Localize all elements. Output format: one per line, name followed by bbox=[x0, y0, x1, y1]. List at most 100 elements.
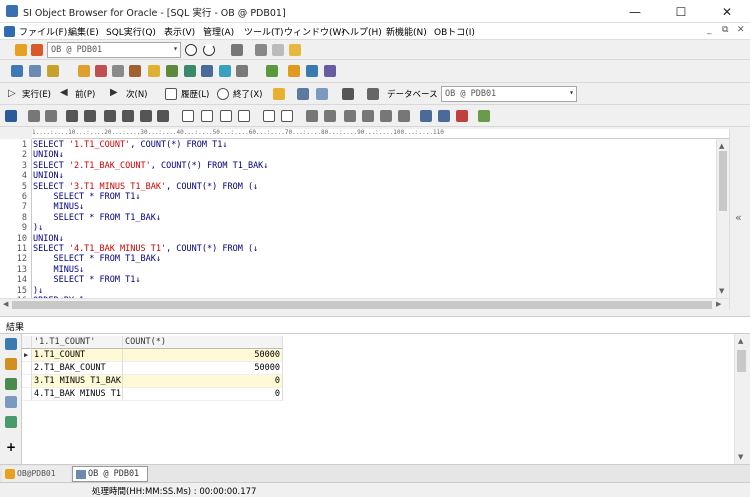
tile-icon[interactable] bbox=[420, 110, 432, 122]
mdi-restore-button[interactable]: ⧉ bbox=[722, 25, 728, 35]
fullwidth-icon[interactable] bbox=[220, 110, 232, 122]
end-button[interactable]: 終了(X) bbox=[214, 83, 266, 105]
code-line[interactable]: SELECT * FROM T1_BAK↓ bbox=[33, 213, 160, 223]
disconnect-icon[interactable] bbox=[31, 44, 43, 56]
format-icon[interactable] bbox=[316, 88, 328, 100]
outdent-icon[interactable] bbox=[281, 110, 293, 122]
maximize-button[interactable]: ☐ bbox=[658, 0, 704, 23]
scroll-right-icon[interactable]: ▶ bbox=[716, 300, 721, 308]
menu-help[interactable]: ヘルプ(H) bbox=[341, 25, 382, 38]
results-vertical-scrollbar[interactable]: ▲ ▼ bbox=[734, 334, 748, 464]
code-line[interactable]: SELECT '4.T1_BAK MINUS T1', COUNT(*) FRO… bbox=[33, 244, 258, 254]
compare-icon[interactable] bbox=[306, 65, 318, 77]
menu-window[interactable]: ウィンドウ(W) bbox=[284, 25, 345, 38]
import-icon[interactable] bbox=[288, 65, 300, 77]
grid-view-icon[interactable] bbox=[438, 110, 450, 122]
redo-edit-icon[interactable] bbox=[45, 110, 57, 122]
uncomment-icon[interactable] bbox=[324, 110, 336, 122]
filter-icon[interactable] bbox=[5, 358, 17, 370]
menu-edit[interactable]: 編集(E) bbox=[68, 25, 99, 38]
refresh-icon[interactable] bbox=[203, 44, 215, 56]
table-cell[interactable]: 3.T1 MINUS T1_BAK bbox=[32, 375, 123, 388]
scroll-down-icon[interactable]: ▼ bbox=[719, 287, 724, 295]
table-cell[interactable]: 50000 bbox=[123, 362, 283, 375]
execute-button[interactable]: ▷ 実行(E) bbox=[4, 83, 54, 105]
code-line[interactable]: SELECT * FROM T1↓ bbox=[33, 192, 140, 202]
insert-row-icon[interactable] bbox=[5, 378, 17, 390]
session-icon[interactable] bbox=[129, 65, 141, 77]
editor-vertical-scrollbar[interactable]: ▲ ▼ bbox=[716, 139, 729, 298]
column-header[interactable]: COUNT(*) bbox=[123, 336, 283, 349]
editor-horizontal-scrollbar[interactable]: ◀ ▶ bbox=[0, 298, 729, 310]
plus-icon[interactable]: + bbox=[6, 440, 16, 454]
mdi-minimize-button[interactable]: _ bbox=[707, 25, 712, 35]
sql-icon[interactable] bbox=[47, 65, 59, 77]
prev-button[interactable]: ◀ 前(P) bbox=[58, 83, 102, 105]
menu-view[interactable]: 表示(V) bbox=[164, 25, 195, 38]
menu-ob-toko[interactable]: OBトコ(I) bbox=[434, 25, 475, 38]
monitor-icon[interactable] bbox=[236, 65, 248, 77]
table-cell[interactable]: 0 bbox=[123, 375, 283, 388]
code-line[interactable]: SELECT '3.T1 MINUS T1_BAK', COUNT(*) FRO… bbox=[33, 182, 258, 192]
clear-bookmark-icon[interactable] bbox=[398, 110, 410, 122]
cut-icon[interactable] bbox=[255, 44, 267, 56]
code-line[interactable]: MINUS↓ bbox=[33, 202, 84, 212]
results-scroll-thumb[interactable] bbox=[737, 350, 746, 372]
lock-icon[interactable] bbox=[112, 65, 124, 77]
menu-tools[interactable]: ツール(T) bbox=[244, 25, 284, 38]
code-line[interactable]: SELECT '2.T1_BAK_COUNT', COUNT(*) FROM T… bbox=[33, 161, 268, 171]
circle-icon[interactable] bbox=[185, 44, 197, 56]
undo-edit-icon[interactable] bbox=[28, 110, 40, 122]
replace-icon[interactable] bbox=[122, 110, 134, 122]
tablespace-icon[interactable] bbox=[166, 65, 178, 77]
code-line[interactable]: SELECT '1.T1_COUNT', COUNT(*) FROM T1↓ bbox=[33, 140, 227, 150]
next-bookmark-icon[interactable] bbox=[362, 110, 374, 122]
history-button[interactable]: 履歴(L) bbox=[162, 83, 212, 105]
database-select[interactable]: OB @ PDB01 ▾ bbox=[441, 86, 577, 102]
bookmark-icon[interactable] bbox=[344, 110, 356, 122]
open-folder-icon[interactable] bbox=[273, 88, 285, 100]
export-results-icon[interactable] bbox=[5, 416, 17, 428]
table-cell[interactable]: 1.T1_COUNT bbox=[32, 349, 123, 362]
lowercase-icon[interactable] bbox=[201, 110, 213, 122]
close-button[interactable]: ✕ bbox=[704, 0, 750, 23]
window-tab-browser[interactable]: OB@PDB01 bbox=[2, 466, 70, 482]
role-icon[interactable] bbox=[95, 65, 107, 77]
comment-icon[interactable] bbox=[306, 110, 318, 122]
scroll-up-icon[interactable]: ▲ bbox=[738, 337, 743, 345]
code-line[interactable]: UNION↓ bbox=[33, 171, 64, 181]
settings-icon[interactable] bbox=[478, 110, 490, 122]
table-cell[interactable]: 50000 bbox=[123, 349, 283, 362]
find-next-icon[interactable] bbox=[84, 110, 96, 122]
object-list-icon[interactable] bbox=[11, 65, 23, 77]
sync-icon[interactable] bbox=[219, 65, 231, 77]
tab-results[interactable]: 結果 bbox=[6, 320, 24, 333]
sql-editor[interactable]: 12345678910111213141516 SELECT '1.T1_COU… bbox=[0, 139, 729, 298]
binoculars-icon[interactable] bbox=[140, 110, 152, 122]
table-cell[interactable]: 2.T1_BAK_COUNT bbox=[32, 362, 123, 375]
paste-icon[interactable] bbox=[289, 44, 301, 56]
table-icon[interactable] bbox=[29, 65, 41, 77]
menu-new-features[interactable]: 新機能(N) bbox=[386, 25, 427, 38]
scroll-down-icon[interactable]: ▼ bbox=[738, 453, 743, 461]
find-icon[interactable] bbox=[66, 110, 78, 122]
uppercase-icon[interactable] bbox=[182, 110, 194, 122]
grid-icon[interactable] bbox=[184, 65, 196, 77]
minimize-button[interactable]: — bbox=[612, 0, 658, 23]
code-line[interactable]: SELECT * FROM T1_BAK↓ bbox=[33, 254, 160, 264]
table-cell[interactable]: 0 bbox=[123, 388, 283, 401]
report-icon[interactable] bbox=[324, 65, 336, 77]
explain-plan-icon[interactable] bbox=[297, 88, 309, 100]
menu-sql-execute[interactable]: SQL実行(Q) bbox=[106, 25, 156, 38]
prev-bookmark-icon[interactable] bbox=[380, 110, 392, 122]
code-line[interactable]: )↓ bbox=[33, 286, 43, 296]
database-icon[interactable] bbox=[148, 65, 160, 77]
code-line[interactable]: UNION↓ bbox=[33, 234, 64, 244]
split-icon[interactable] bbox=[342, 88, 354, 100]
palette-icon[interactable] bbox=[456, 110, 468, 122]
find-prev-icon[interactable] bbox=[104, 110, 116, 122]
code-line[interactable]: )↓ bbox=[33, 223, 43, 233]
table-cell[interactable]: 4.T1_BAK MINUS T1 bbox=[32, 388, 123, 401]
mdi-close-button[interactable]: ✕ bbox=[737, 25, 745, 35]
connect-icon[interactable] bbox=[15, 44, 27, 56]
